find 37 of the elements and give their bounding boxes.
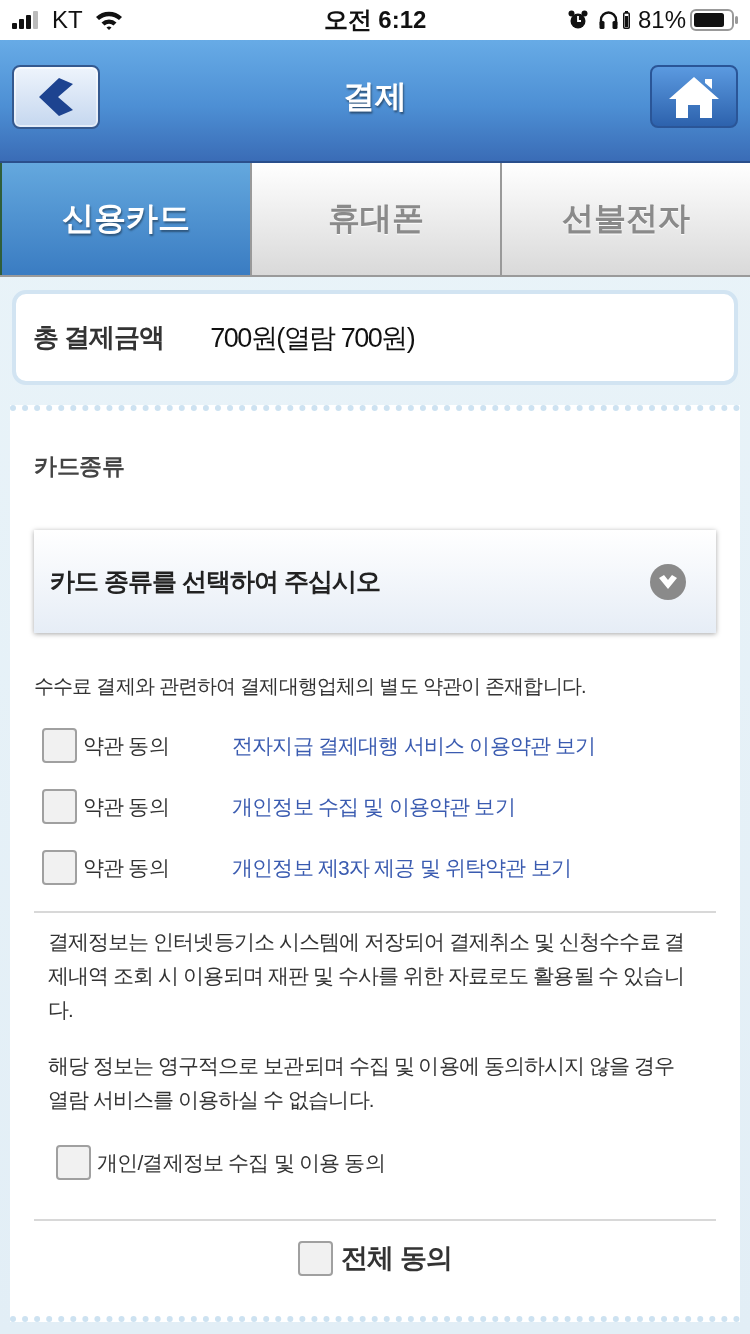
headphones-icon xyxy=(598,11,618,29)
agree-label: 약관 동의 xyxy=(83,732,170,759)
page-title: 결제 xyxy=(343,76,407,116)
consent-label: 개인/결제정보 수집 및 이용 동의 xyxy=(97,1149,385,1176)
checkbox[interactable] xyxy=(56,1145,91,1180)
agree-label: 약관 동의 xyxy=(83,854,170,881)
checkbox[interactable] xyxy=(42,789,77,824)
battery-percent: 81% xyxy=(637,6,686,34)
back-button[interactable] xyxy=(12,64,100,129)
terms-link[interactable]: 전자지급 결제대행 서비스 이용약관 보기 xyxy=(232,731,596,760)
checkbox[interactable] xyxy=(42,850,77,885)
chevron-down-icon xyxy=(650,563,686,600)
checkbox[interactable] xyxy=(42,728,77,763)
terms-link[interactable]: 개인정보 제3자 제공 및 위탁약관 보기 xyxy=(232,853,572,882)
agree-label: 약관 동의 xyxy=(83,793,170,820)
card-type-label: 카드종류 xyxy=(34,452,125,481)
info-paragraph: 해당 정보는 영구적으로 보관되며 수집 및 이용에 동의하시지 않을 경우 열람 서비스를 이용하실 수 없습니다. xyxy=(47,1053,676,1113)
select-prompt: 카드 종류를 선택하여 주십시오 xyxy=(50,566,380,597)
agree-all-label: 전체 동의 xyxy=(341,1242,452,1275)
signal-icon xyxy=(12,11,38,29)
chevron-left-icon xyxy=(39,77,73,116)
checkbox[interactable] xyxy=(298,1240,334,1276)
terms-link[interactable]: 개인정보 수집 및 이용약관 보기 xyxy=(232,792,515,821)
notice-text: 수수료 결제와 관련하여 결제대행업체의 별도 약관이 존재합니다. xyxy=(34,674,587,699)
house-icon xyxy=(667,74,721,119)
home-button[interactable] xyxy=(650,65,738,128)
carrier-name: KT xyxy=(52,6,83,34)
total-amount: 700원(열람 700원) xyxy=(210,321,415,355)
payment-tab[interactable]: 신용카드 xyxy=(0,163,250,275)
total-label: 총 결제금액 xyxy=(33,321,165,354)
info-paragraph: 결제정보는 인터넷등기소 시스템에 저장되어 결제취소 및 신청수수료 결제내역 조회 시 이용되며 재판 및 수사를 위한 자료로도 활용될 수 있습니다. xyxy=(47,929,686,1023)
card-type-select[interactable]: 카드 종류를 선택하여 주십시오 xyxy=(34,530,716,633)
battery-icon xyxy=(690,9,738,31)
small-battery-icon xyxy=(622,11,630,29)
wifi-icon xyxy=(94,10,123,30)
alarm-clock-icon xyxy=(567,10,588,30)
clock-time: 오전 6:12 xyxy=(323,5,427,35)
